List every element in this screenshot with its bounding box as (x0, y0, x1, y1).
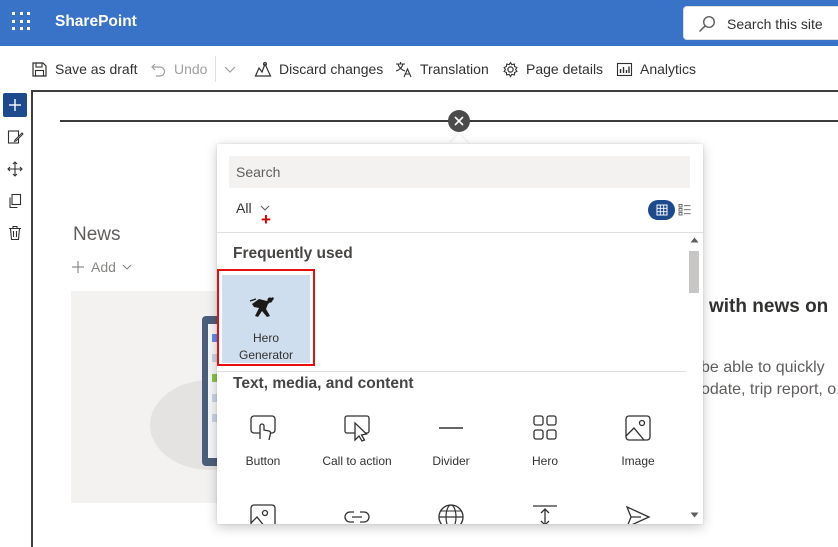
link-icon[interactable] (343, 503, 371, 524)
add-section-button[interactable] (3, 93, 27, 117)
translation-label: Translation (420, 61, 489, 77)
move-section-button[interactable] (3, 157, 27, 181)
image-gallery-icon[interactable] (249, 503, 277, 524)
news-add-label: Add (91, 259, 116, 275)
send-icon[interactable] (624, 503, 652, 524)
site-search-box[interactable]: Search this site (683, 6, 838, 40)
news-add-button[interactable]: Add (71, 259, 132, 275)
touch-icon (250, 415, 276, 441)
toolbox-scrollbar[interactable] (686, 233, 703, 524)
close-icon (454, 116, 464, 126)
edit-icon (7, 130, 24, 144)
gear-icon (503, 60, 518, 78)
page-details-button[interactable]: Page details (502, 58, 603, 80)
suite-bar: SharePoint Search this site (0, 0, 838, 46)
duplicate-section-button[interactable] (3, 189, 27, 213)
translation-icon (395, 61, 412, 77)
spacer-icon[interactable] (531, 503, 559, 524)
toolbox-webpart-list: Frequently used Hero Generator Text, med… (217, 233, 686, 524)
webpart-label-call-to-action: Call to action (322, 454, 392, 468)
group-title-frequently-used: Frequently used (233, 245, 353, 262)
discard-changes-label: Discard changes (279, 61, 384, 77)
cursor-crosshair-icon: + (261, 210, 271, 229)
globe-icon[interactable] (437, 503, 465, 524)
cursor-icon (344, 415, 370, 442)
grid-view-toggle[interactable] (648, 200, 675, 220)
command-separator (215, 56, 216, 82)
translation-button[interactable]: Translation (395, 58, 489, 80)
divider-icon (439, 427, 463, 429)
undo-label: Undo (174, 61, 208, 77)
news-placeholder-text-1: be able to quickly (701, 359, 825, 376)
toolbox-search-input[interactable]: Search (229, 156, 690, 188)
edit-section-button[interactable] (3, 125, 27, 149)
plus-icon (9, 99, 21, 111)
toolbox-search-placeholder: Search (236, 164, 281, 180)
chevron-down-icon (122, 264, 132, 270)
webpart-toolbox-panel: Search All + Frequently used Hero Genera… (217, 144, 703, 524)
plus-icon (72, 261, 84, 273)
analytics-icon (616, 62, 633, 76)
group-title-text-media-content: Text, media, and content (233, 375, 414, 392)
list-view-toggle[interactable] (678, 203, 691, 221)
app-launcher-icon[interactable] (12, 12, 34, 34)
chevron-down-icon (224, 66, 236, 73)
command-bar: Save as draft Undo Discard changes Trans… (0, 46, 838, 90)
list-view-icon (678, 204, 691, 216)
undo-dropdown-button[interactable] (223, 58, 244, 80)
webpart-label-button: Button (245, 454, 281, 468)
analytics-label: Analytics (640, 61, 697, 77)
search-icon (698, 15, 716, 33)
webpart-label-image: Image (621, 454, 655, 468)
tiles-icon (533, 415, 557, 440)
app-title[interactable]: SharePoint (55, 13, 137, 31)
group-divider (217, 371, 686, 372)
undo-button[interactable]: Undo (150, 58, 207, 80)
search-placeholder: Search this site (727, 16, 823, 32)
discard-changes-button[interactable]: Discard changes (254, 58, 383, 80)
news-placeholder-text-2: odate, trip report, o. (701, 381, 838, 398)
delete-section-button[interactable] (3, 221, 27, 245)
save-as-draft-label: Save as draft (55, 61, 138, 77)
analytics-button[interactable]: Analytics (616, 58, 696, 80)
move-icon (7, 161, 23, 177)
undo-icon (151, 63, 166, 77)
section-toolbar (0, 90, 30, 250)
scrollbar-thumb[interactable] (689, 251, 699, 293)
webpart-label-divider: Divider (432, 454, 470, 468)
image-icon (625, 415, 651, 441)
toolbox-filter-label: All (236, 200, 252, 216)
highlight-outline (217, 269, 315, 366)
scroll-down-arrow-icon[interactable] (690, 512, 699, 518)
close-toolbox-button[interactable] (448, 110, 470, 132)
trash-icon (9, 225, 21, 241)
webpart-label-hero: Hero (531, 454, 558, 468)
news-webpart-title[interactable]: News (73, 224, 121, 246)
copy-icon (9, 193, 22, 209)
grid-view-icon (656, 204, 667, 216)
discard-icon (254, 61, 272, 77)
scroll-up-arrow-icon[interactable] (690, 237, 699, 243)
page-details-label: Page details (526, 61, 604, 77)
save-icon (32, 61, 47, 77)
save-as-draft-button[interactable]: Save as draft (31, 58, 138, 80)
news-placeholder-heading: with news on (709, 296, 829, 317)
